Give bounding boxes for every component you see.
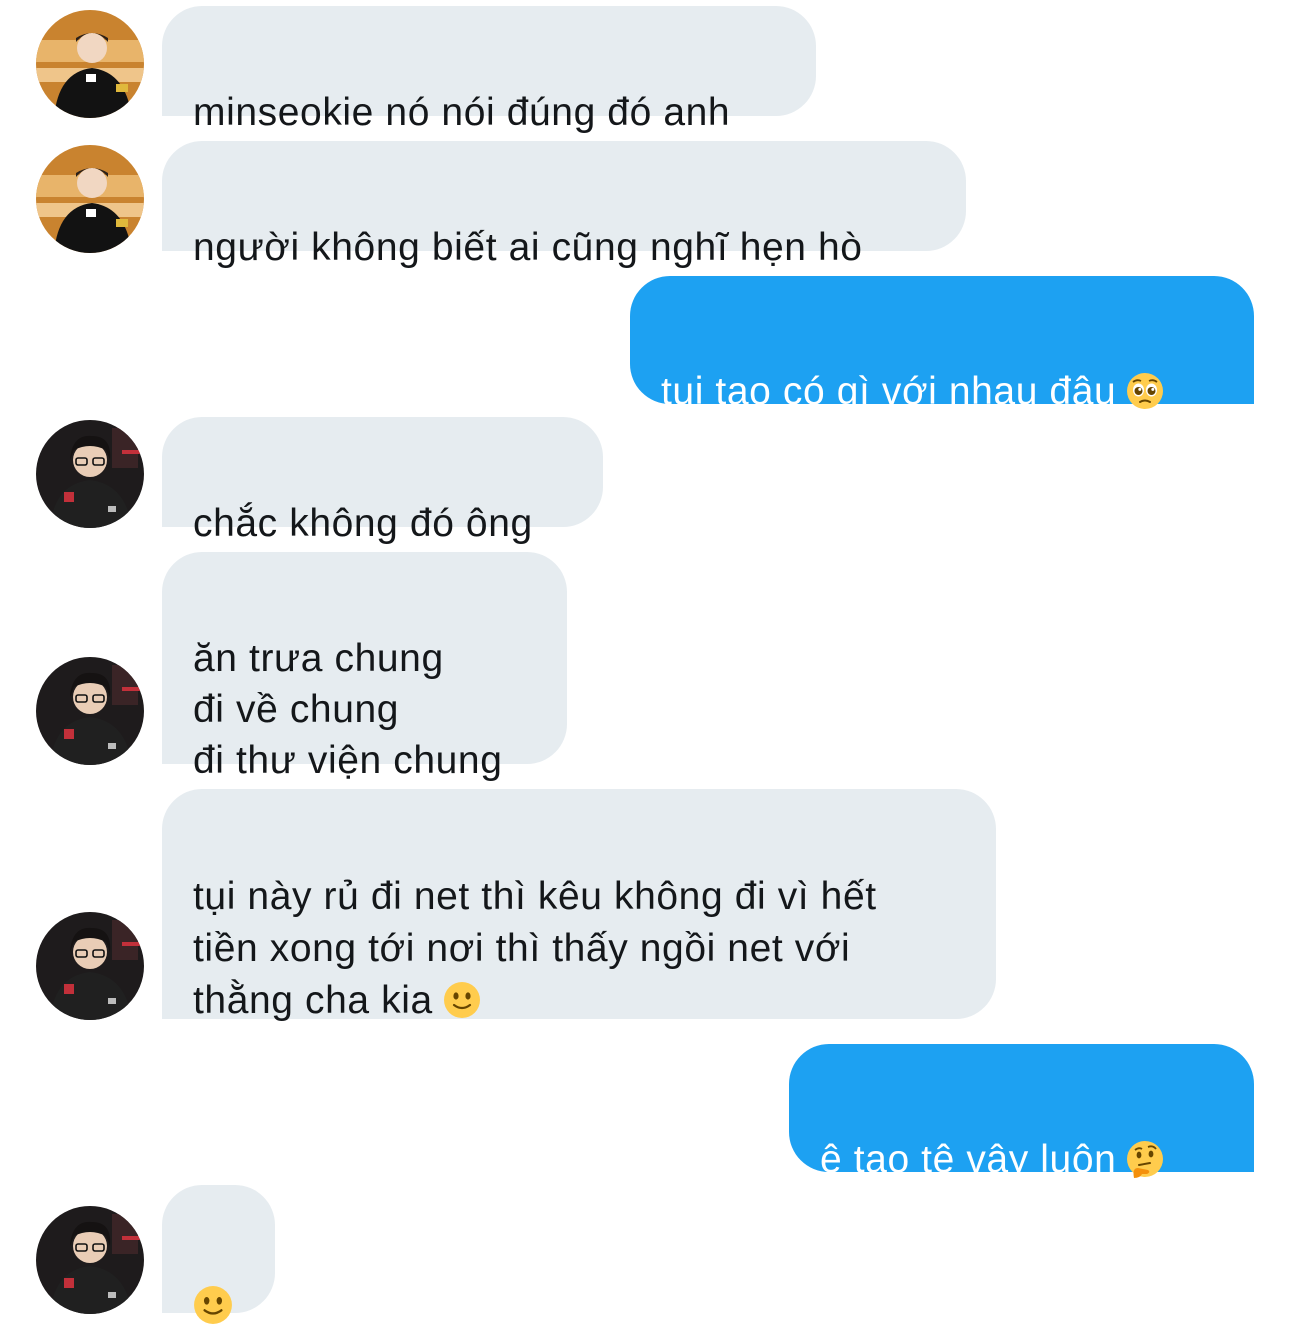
message-bubble[interactable]: tụi tao có gì với nhau đâu — [630, 276, 1254, 413]
avatar[interactable] — [36, 657, 144, 765]
message-text: chắc không đó ông — [193, 502, 533, 545]
message-bubble[interactable]: minseokie nó nói đúng đó anh — [162, 6, 816, 134]
message-text: tụi tao có gì với nhau đâu — [661, 370, 1117, 413]
message-bubble[interactable]: người không biết ai cũng nghĩ hẹn hò — [162, 141, 966, 269]
message-text: người không biết ai cũng nghĩ hẹn hò — [193, 226, 863, 269]
conversation-thread: minseokie nó nói đúng đó anh người không… — [0, 0, 1290, 1325]
avatar[interactable] — [36, 145, 144, 253]
avatar[interactable] — [36, 1206, 144, 1314]
message-text: ăn trưa chung đi về chung đi thư viện ch… — [193, 637, 503, 782]
message-bubble[interactable] — [162, 1185, 275, 1324]
message-bubble[interactable]: chắc không đó ông — [162, 417, 603, 545]
thinking-face-icon — [1126, 1140, 1164, 1178]
message-bubble[interactable]: ê tao tệ vậy luôn — [789, 1044, 1254, 1181]
avatar[interactable] — [36, 912, 144, 1020]
message-bubble[interactable]: ăn trưa chung đi về chung đi thư viện ch… — [162, 552, 567, 782]
message-text: ê tao tệ vậy luôn — [820, 1138, 1117, 1181]
message-text: minseokie nó nói đúng đó anh — [193, 91, 731, 134]
slightly-smiling-face-icon — [193, 1285, 233, 1325]
pleading-face-icon — [1126, 372, 1164, 410]
message-text: tụi này rủ đi net thì kêu không đi vì hế… — [193, 875, 877, 1022]
avatar[interactable] — [36, 10, 144, 118]
message-bubble[interactable]: tụi này rủ đi net thì kêu không đi vì hế… — [162, 789, 996, 1022]
avatar[interactable] — [36, 420, 144, 528]
slightly-smiling-face-icon — [443, 981, 481, 1019]
